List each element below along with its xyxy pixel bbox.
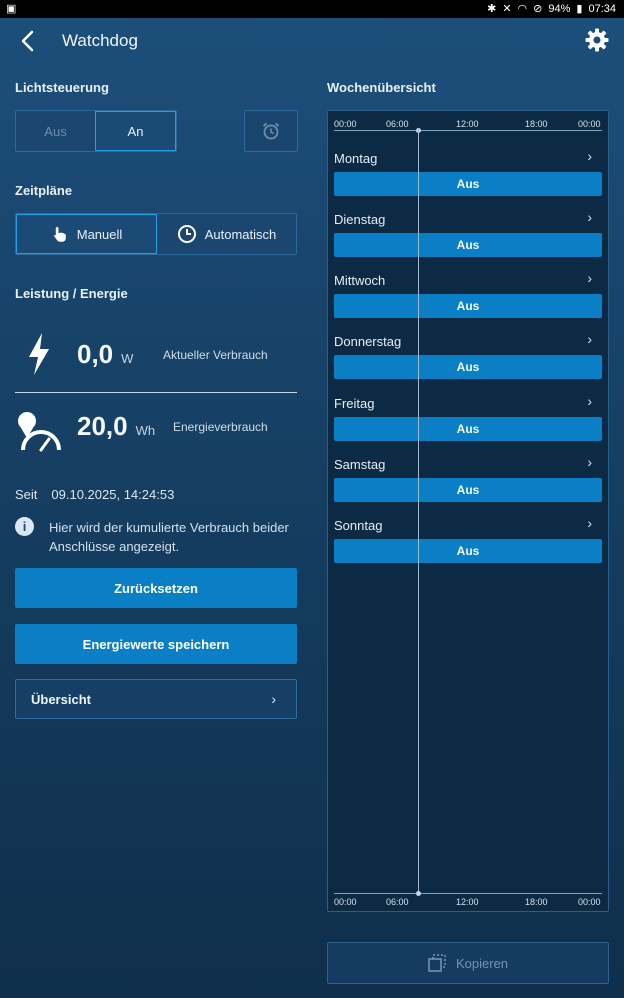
day-state-bar: Aus: [334, 172, 602, 196]
day-row-tuesday[interactable]: Dienstag › Aus: [328, 209, 608, 272]
day-name: Mittwoch: [334, 273, 386, 288]
day-state-bar: Aus: [334, 355, 602, 379]
day-state-bar: Aus: [334, 417, 602, 441]
copy-label: Kopieren: [455, 955, 509, 971]
time-tick: 18:00: [525, 119, 548, 129]
chevron-right-icon: ›: [587, 515, 592, 531]
overview-label: Übersicht: [31, 691, 91, 707]
save-energy-button[interactable]: Energiewerte speichern: [15, 624, 297, 664]
alarm-button[interactable]: [244, 110, 298, 152]
time-tick: 06:00: [386, 119, 409, 129]
current-time-line: [418, 129, 419, 893]
time-tick: 00:00: [578, 119, 601, 129]
status-icons: ✱ ✕ ◠ ⊘ 94% ▮ 07:34: [487, 2, 616, 16]
day-row-wednesday[interactable]: Mittwoch › Aus: [328, 270, 608, 333]
sim-icon: ▣: [6, 3, 17, 15]
reset-button[interactable]: Zurücksetzen: [15, 568, 297, 608]
info-icon: i: [15, 517, 34, 536]
day-row-thursday[interactable]: Donnerstag › Aus: [328, 331, 608, 394]
time-tick: 00:00: [578, 897, 601, 907]
hand-pointer-icon: [53, 227, 66, 242]
day-row-friday[interactable]: Freitag › Aus: [328, 393, 608, 456]
day-state-bar: Aus: [334, 478, 602, 502]
time-tick: 00:00: [334, 897, 357, 907]
gear-icon[interactable]: [584, 27, 610, 53]
time-tick: 06:00: [386, 897, 409, 907]
manual-option[interactable]: Manuell: [16, 214, 157, 254]
light-toggle: Aus An: [15, 110, 177, 152]
do-not-disturb-icon: ⊘: [533, 3, 543, 15]
overview-button[interactable]: Übersicht ›: [15, 679, 297, 719]
since-row: Seit 09.10.2025, 14:24:53: [15, 487, 174, 502]
day-row-monday[interactable]: Montag › Aus: [328, 148, 608, 211]
schedule-toggle: Manuell Automatisch: [15, 213, 297, 255]
day-state-bar: Aus: [334, 539, 602, 563]
current-time-dot: [416, 891, 421, 896]
wifi-icon: ◠: [517, 3, 528, 15]
energy-consumption: 20,0 Wh: [77, 411, 155, 442]
since-label: Seit: [15, 487, 38, 502]
app-bar: Watchdog: [0, 18, 624, 64]
chevron-right-icon: ›: [587, 331, 592, 347]
copy-button[interactable]: Kopieren: [327, 942, 609, 984]
day-row-sunday[interactable]: Sonntag › Aus: [328, 515, 608, 578]
current-power-value: 0,0: [77, 339, 114, 369]
time-axis-bottom: 00:00 06:00 12:00 18:00 00:00: [328, 897, 608, 909]
energy-meter-icon: [18, 412, 61, 452]
clock: 07:34: [588, 2, 616, 15]
automatic-label: Automatisch: [204, 226, 277, 242]
chevron-right-icon: ›: [587, 393, 592, 409]
axis-line-top: [334, 130, 602, 131]
page-title: Watchdog: [62, 31, 138, 50]
day-name: Montag: [334, 151, 378, 166]
day-name: Sonntag: [334, 518, 383, 533]
chevron-right-icon: ›: [587, 209, 592, 225]
since-date: 09.10.2025, 14:24:53: [51, 487, 175, 502]
energy-label: Energieverbrauch: [173, 420, 268, 434]
chevron-right-icon: ›: [587, 454, 592, 470]
alarm-clock-icon: [262, 122, 280, 140]
back-arrow-icon[interactable]: [18, 28, 38, 54]
battery-icon: ▮: [576, 3, 583, 15]
energy-unit: Wh: [135, 423, 156, 438]
bluetooth-icon: ✱: [487, 3, 497, 15]
time-tick: 00:00: [334, 119, 357, 129]
battery-percent: 94%: [548, 2, 571, 15]
day-name: Donnerstag: [334, 334, 402, 349]
day-state-bar: Aus: [334, 233, 602, 257]
light-control-title: Lichtsteuerung: [15, 80, 109, 95]
week-overview-panel: 00:00 06:00 12:00 18:00 00:00 Montag › A…: [327, 110, 609, 912]
chevron-right-icon: ›: [271, 691, 276, 707]
current-power: 0,0 W: [77, 339, 133, 370]
current-power-unit: W: [121, 351, 134, 366]
divider: [15, 392, 297, 393]
day-state-bar: Aus: [334, 294, 602, 318]
time-tick: 18:00: [525, 897, 548, 907]
light-off-option[interactable]: Aus: [16, 111, 95, 151]
automatic-option[interactable]: Automatisch: [157, 214, 296, 254]
chevron-right-icon: ›: [587, 148, 592, 164]
info-text: Hier wird der kumulierte Verbrauch beide…: [49, 520, 289, 554]
status-bar: ▣ ✱ ✕ ◠ ⊘ 94% ▮ 07:34: [0, 0, 624, 18]
time-tick: 12:00: [456, 897, 479, 907]
energy-value: 20,0: [77, 411, 128, 441]
power-title: Leistung / Energie: [15, 286, 128, 301]
day-name: Samstag: [334, 457, 386, 472]
day-name: Dienstag: [334, 212, 386, 227]
chevron-right-icon: ›: [587, 270, 592, 286]
clock-icon: [177, 225, 196, 243]
day-name: Freitag: [334, 396, 375, 411]
manual-label: Manuell: [76, 226, 123, 242]
light-on-option[interactable]: An: [95, 111, 176, 151]
current-power-label: Aktueller Verbrauch: [163, 348, 268, 362]
week-overview-title: Wochenübersicht: [327, 80, 436, 95]
copy-icon: [428, 954, 446, 972]
mute-icon: ✕: [502, 3, 512, 15]
schedules-title: Zeitpläne: [15, 183, 73, 198]
lightning-icon: [29, 333, 49, 375]
axis-line-bottom: [334, 893, 602, 894]
time-tick: 12:00: [456, 119, 479, 129]
day-row-saturday[interactable]: Samstag › Aus: [328, 454, 608, 517]
